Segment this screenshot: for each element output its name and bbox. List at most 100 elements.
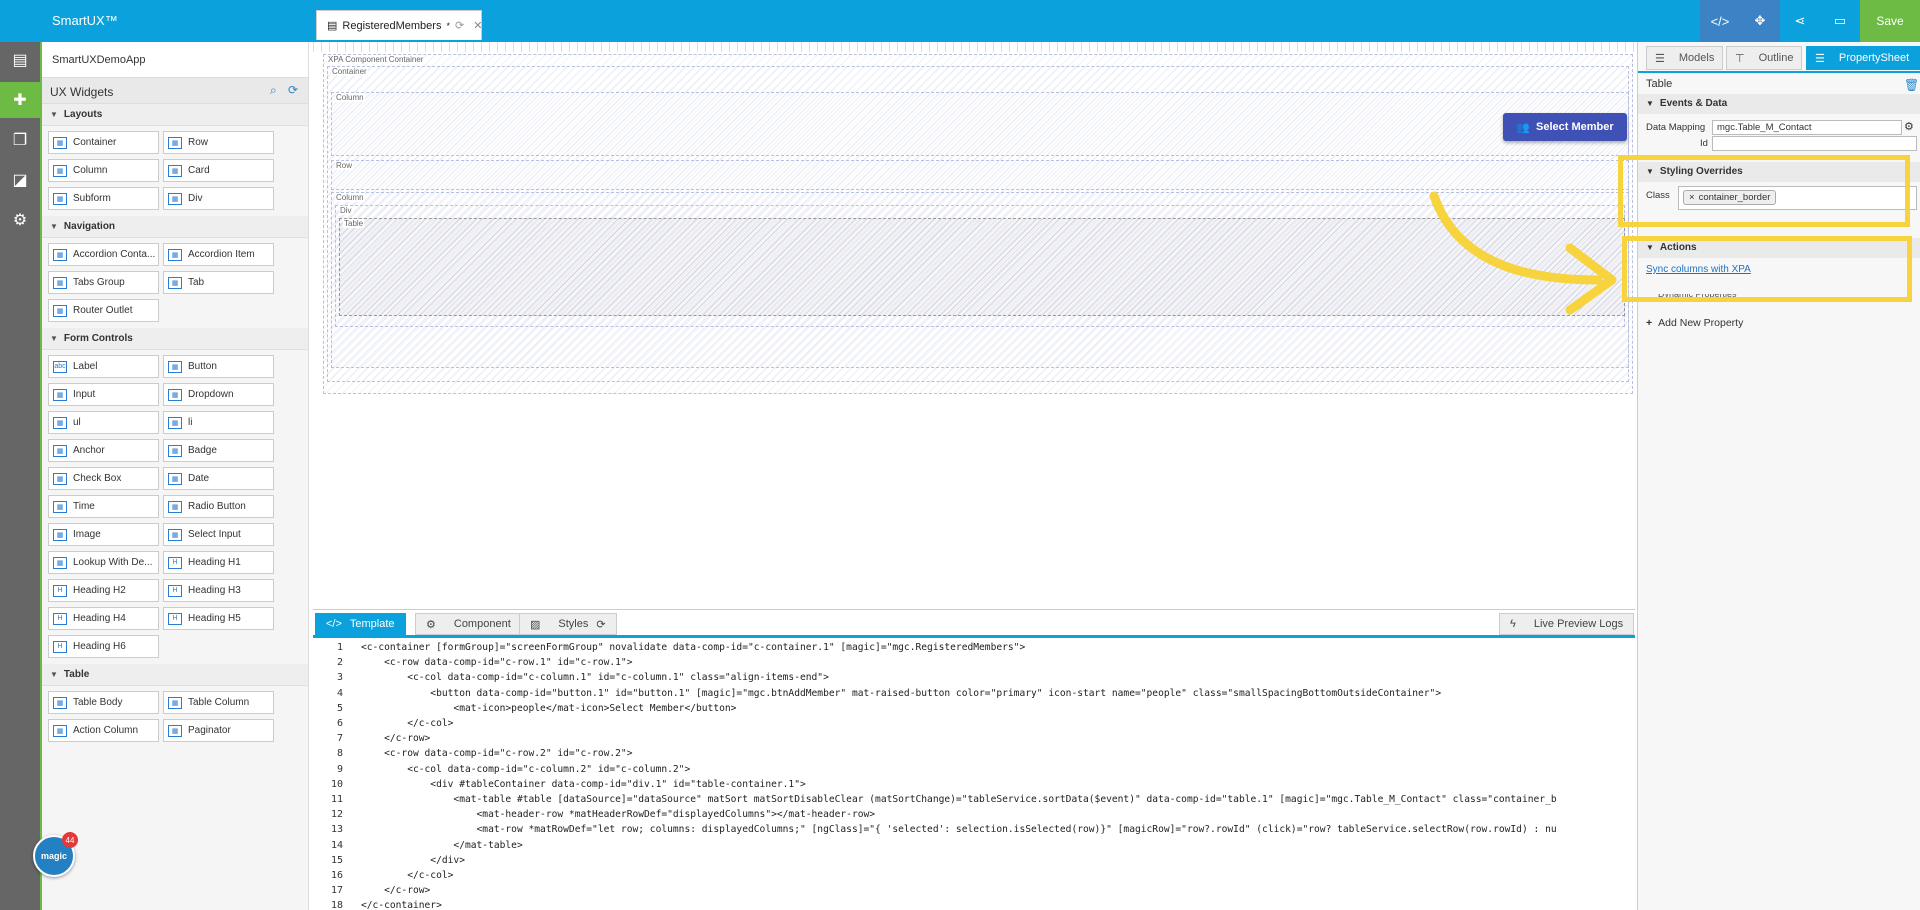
widget-icon: ▦ bbox=[168, 192, 182, 205]
save-button[interactable]: Save bbox=[1860, 0, 1920, 42]
preview-button[interactable]: ▭ bbox=[1820, 0, 1860, 42]
gear-icon[interactable]: ⚙ bbox=[1904, 120, 1914, 133]
code-line[interactable]: </c-row> bbox=[361, 733, 430, 744]
close-icon[interactable]: ✕ bbox=[473, 19, 482, 32]
tab-models[interactable]: ☰ Models bbox=[1646, 46, 1724, 70]
share-button[interactable]: ⋖ bbox=[1780, 0, 1820, 42]
code-line[interactable]: <mat-icon>people</mat-icon>Select Member… bbox=[361, 703, 736, 714]
data-mapping-field[interactable]: mgc.Table_M_Contact bbox=[1712, 120, 1902, 135]
code-line[interactable]: </mat-table> bbox=[361, 840, 522, 851]
rail-settings-icon[interactable]: ⚙ bbox=[0, 202, 40, 238]
rail-copy-icon[interactable]: ❐ bbox=[0, 122, 40, 158]
code-line[interactable]: <c-container [formGroup]="screenFormGrou… bbox=[361, 642, 1025, 653]
widget-button[interactable]: ▦ Button bbox=[163, 355, 274, 378]
code-line[interactable]: <c-col data-comp-id="c-column.1" id="c-c… bbox=[361, 672, 829, 683]
code-view-button[interactable]: </> bbox=[1700, 0, 1740, 42]
column-box[interactable] bbox=[331, 92, 1629, 156]
section-events-data[interactable]: ▼ Events & Data bbox=[1638, 94, 1920, 114]
trash-icon[interactable]: 🗑 bbox=[1904, 78, 1919, 92]
widget-div[interactable]: ▦ Div bbox=[163, 187, 274, 210]
section-layouts[interactable]: ▼ Layouts bbox=[42, 104, 308, 126]
tab-styles[interactable]: ▨ Styles ⟳ bbox=[519, 613, 617, 635]
tab-outline[interactable]: ⊤ Outline bbox=[1726, 46, 1803, 70]
expand-button[interactable]: ✥ bbox=[1740, 0, 1780, 42]
code-line[interactable]: <c-row data-comp-id="c-row.2" id="c-row.… bbox=[361, 748, 632, 759]
tab-registered-members[interactable]: ▤ RegisteredMembers * ⟳ ✕ bbox=[316, 10, 482, 40]
rail-document-icon[interactable]: ▤ bbox=[0, 42, 40, 78]
widget-li[interactable]: ▦ li bbox=[163, 411, 274, 434]
id-field[interactable] bbox=[1712, 136, 1917, 151]
widget-subform[interactable]: ▦ Subform bbox=[48, 187, 159, 210]
widget-heading-h5[interactable]: H Heading H5 bbox=[163, 607, 274, 630]
widget-table-body[interactable]: ▦ Table Body bbox=[48, 691, 159, 714]
tab-template[interactable]: </> Template bbox=[315, 613, 406, 635]
section-form-controls[interactable]: ▼ Form Controls bbox=[42, 328, 308, 350]
widget-row[interactable]: ▦ Row bbox=[163, 131, 274, 154]
widget-column[interactable]: ▦ Column bbox=[48, 159, 159, 182]
code-line[interactable]: </c-col> bbox=[361, 718, 453, 729]
refresh-icon[interactable]: ⟳ bbox=[288, 83, 298, 97]
code-line[interactable]: </c-col> bbox=[361, 870, 453, 881]
line-number: 14 bbox=[330, 839, 343, 851]
widget-check-box[interactable]: ▦ Check Box bbox=[48, 467, 159, 490]
widget-label: Heading H1 bbox=[188, 557, 241, 568]
widget-accordion-conta[interactable]: ▦ Accordion Conta... bbox=[48, 243, 159, 266]
add-property-row[interactable]: + Add New Property bbox=[1646, 317, 1743, 329]
widget-tab[interactable]: ▦ Tab bbox=[163, 271, 274, 294]
widget-time[interactable]: ▦ Time bbox=[48, 495, 159, 518]
tab-component[interactable]: ⚙ Component bbox=[415, 613, 522, 635]
code-line[interactable]: <mat-header-row *matHeaderRowDef="displa… bbox=[361, 809, 876, 820]
tab-property-sheet[interactable]: ☰ PropertySheet bbox=[1806, 46, 1920, 70]
code-line[interactable]: <button data-comp-id="button.1" id="butt… bbox=[361, 688, 1441, 699]
widget-anchor[interactable]: ▦ Anchor bbox=[48, 439, 159, 462]
code-editor[interactable]: 1 <c-container [formGroup]="screenFormGro… bbox=[313, 635, 1635, 910]
notification-count: 44 bbox=[62, 832, 78, 848]
widget-icon: ▦ bbox=[53, 696, 67, 709]
widget-label: Heading H4 bbox=[73, 613, 126, 624]
widget-table-column[interactable]: ▦ Table Column bbox=[163, 691, 274, 714]
code-line[interactable]: </c-container> bbox=[361, 900, 442, 910]
refresh-icon[interactable]: ⟳ bbox=[455, 19, 464, 32]
section-table[interactable]: ▼ Table bbox=[42, 664, 308, 686]
widget-heading-h3[interactable]: H Heading H3 bbox=[163, 579, 274, 602]
search-icon[interactable]: ⌕ bbox=[270, 83, 277, 98]
widget-paginator[interactable]: ▦ Paginator bbox=[163, 719, 274, 742]
widget-container[interactable]: ▦ Container bbox=[48, 131, 159, 154]
tab-live-preview-logs[interactable]: ϟ Live Preview Logs bbox=[1499, 613, 1635, 635]
code-line[interactable]: <c-col data-comp-id="c-column.2" id="c-c… bbox=[361, 764, 690, 775]
widget-image[interactable]: ▦ Image bbox=[48, 523, 159, 546]
widget-card[interactable]: ▦ Card bbox=[163, 159, 274, 182]
widget-label[interactable]: abc Label bbox=[48, 355, 159, 378]
widget-radio-button[interactable]: ▦ Radio Button bbox=[163, 495, 274, 518]
section-navigation[interactable]: ▼ Navigation bbox=[42, 216, 308, 238]
widget-action-column[interactable]: ▦ Action Column bbox=[48, 719, 159, 742]
widget-heading-h6[interactable]: H Heading H6 bbox=[48, 635, 159, 658]
widget-tabs-group[interactable]: ▦ Tabs Group bbox=[48, 271, 159, 294]
widget-date[interactable]: ▦ Date bbox=[163, 467, 274, 490]
widget-accordion-item[interactable]: ▦ Accordion Item bbox=[163, 243, 274, 266]
refresh-icon[interactable]: ⟳ bbox=[596, 618, 605, 631]
code-line[interactable]: </div> bbox=[361, 855, 465, 866]
widget-badge[interactable]: ▦ Badge bbox=[163, 439, 274, 462]
code-line[interactable]: <mat-table #table [dataSource]="dataSour… bbox=[361, 794, 1556, 805]
file-icon: ▤ bbox=[327, 20, 338, 32]
ruler bbox=[313, 42, 1635, 52]
rail-widgets-icon[interactable]: ✚ bbox=[0, 82, 40, 118]
select-member-button[interactable]: 👥 Select Member bbox=[1503, 113, 1627, 141]
rail-chart-icon[interactable]: ◪ bbox=[0, 162, 40, 198]
code-line[interactable]: <mat-row *matRowDef="let row; columns: d… bbox=[361, 824, 1557, 835]
widget-dropdown[interactable]: ▦ Dropdown bbox=[163, 383, 274, 406]
code-line[interactable]: <div #tableContainer data-comp-id="div.1… bbox=[361, 779, 805, 790]
widget-heading-h2[interactable]: H Heading H2 bbox=[48, 579, 159, 602]
widget-lookup-with-de[interactable]: ▦ Lookup With De... bbox=[48, 551, 159, 574]
widget-heading-h1[interactable]: H Heading H1 bbox=[163, 551, 274, 574]
code-line[interactable]: <c-row data-comp-id="c-row.1" id="c-row.… bbox=[361, 657, 632, 668]
widget-router-outlet[interactable]: ▦ Router Outlet bbox=[48, 299, 159, 322]
widget-heading-h4[interactable]: H Heading H4 bbox=[48, 607, 159, 630]
widget-input[interactable]: ▦ Input bbox=[48, 383, 159, 406]
widget-ul[interactable]: ▦ ul bbox=[48, 411, 159, 434]
code-line[interactable]: </c-row> bbox=[361, 885, 430, 896]
widget-select-input[interactable]: ▦ Select Input bbox=[163, 523, 274, 546]
widget-icon: ▦ bbox=[168, 360, 182, 373]
design-canvas[interactable]: XPA Component Container Container Column… bbox=[313, 42, 1635, 605]
